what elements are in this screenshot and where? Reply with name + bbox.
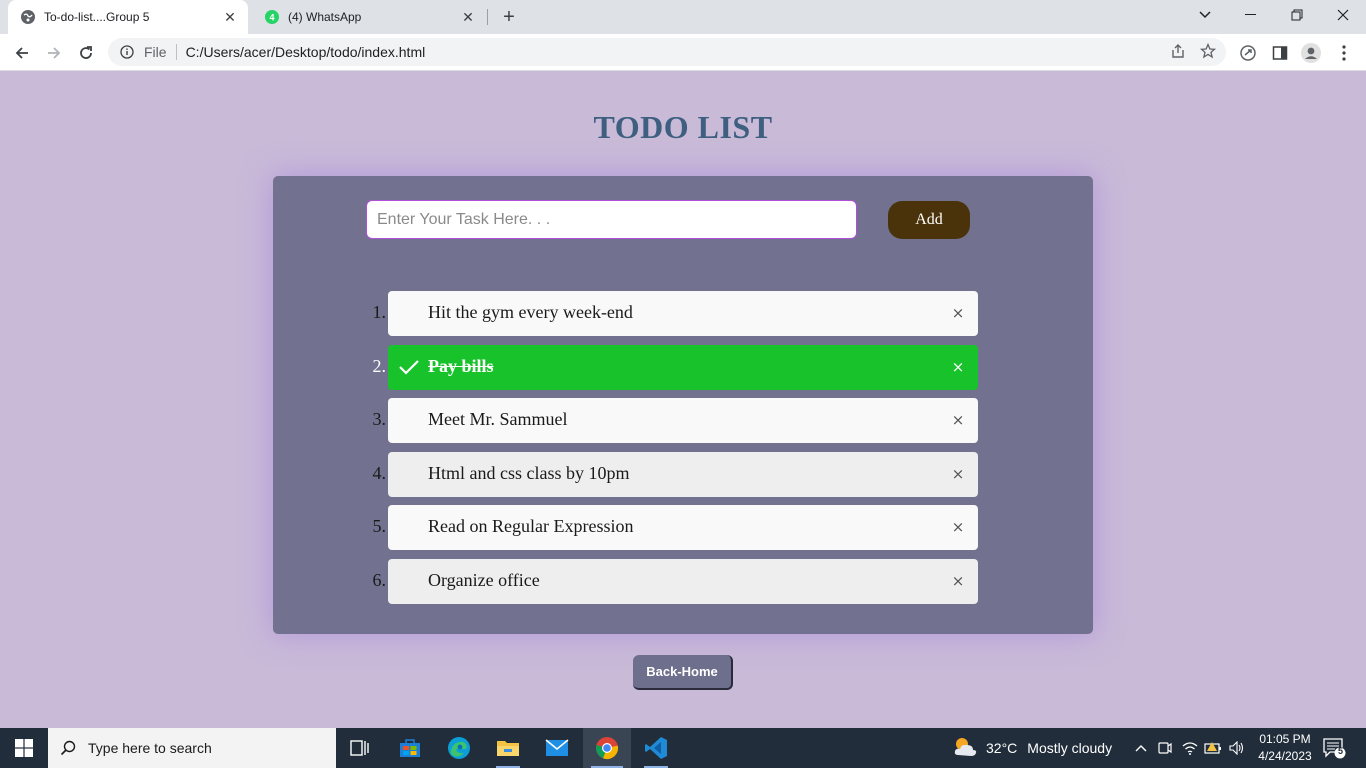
edge-browser-icon[interactable] — [435, 728, 483, 768]
svg-text:4: 4 — [269, 13, 274, 23]
forward-arrow-icon[interactable] — [40, 39, 68, 67]
close-icon[interactable]: ✕ — [220, 7, 240, 27]
close-icon[interactable]: ✕ — [458, 7, 478, 27]
notification-count: 5 — [1337, 746, 1343, 756]
volume-icon[interactable] — [1228, 738, 1246, 758]
tab-whatsapp[interactable]: 4 (4) WhatsApp ✕ — [252, 0, 486, 34]
task-item[interactable]: Hit the gym every week-end × — [388, 291, 978, 336]
page-title: TODO LIST — [593, 109, 773, 145]
vscode-icon[interactable] — [632, 728, 680, 768]
weather-temperature: 32°C — [986, 740, 1018, 756]
task-view-icon[interactable] — [336, 728, 384, 768]
menu-kebab-icon[interactable] — [1334, 43, 1354, 63]
clock-date: 4/24/2023 — [1258, 749, 1312, 763]
tab-title: (4) WhatsApp — [288, 10, 362, 24]
clock-time: 01:05 PM — [1259, 732, 1311, 746]
task-input[interactable] — [366, 200, 857, 239]
side-panel-icon[interactable] — [1270, 43, 1290, 63]
list-item: 5. Read on Regular Expression × — [361, 505, 981, 559]
windows-start-icon[interactable] — [0, 728, 48, 768]
extension-icon[interactable] — [1238, 43, 1258, 63]
todo-page: TODO LIST Add 1. Hit the gym every week-… — [0, 71, 1366, 728]
reload-icon[interactable] — [72, 39, 100, 67]
task-text: Pay bills — [428, 355, 494, 376]
task-item[interactable]: Html and css class by 10pm × — [388, 451, 978, 497]
address-divider — [175, 44, 177, 60]
todo-list: 1. Hit the gym every week-end × 2. Pay b… — [361, 291, 981, 613]
task-item[interactable]: Organize office × — [388, 558, 978, 604]
close-icon[interactable]: × — [948, 357, 968, 377]
back-home-button[interactable]: Back-Home — [633, 655, 733, 690]
url-text[interactable]: C:/Users/acer/Desktop/todo/index.html — [186, 44, 1170, 60]
whatsapp-icon: 4 — [264, 9, 280, 25]
add-button[interactable]: Add — [888, 201, 970, 239]
list-item: 1. Hit the gym every week-end × — [361, 291, 981, 345]
profile-avatar-icon[interactable] — [1301, 43, 1321, 63]
todo-card: Add 1. Hit the gym every week-end × 2. P… — [273, 176, 1093, 634]
chrome-icon[interactable] — [583, 728, 631, 768]
task-text: Meet Mr. Sammuel — [428, 409, 568, 430]
weather-widget[interactable]: 32°C Mostly cloudy — [952, 728, 1112, 768]
file-explorer-icon[interactable] — [484, 728, 532, 768]
microsoft-store-icon[interactable] — [386, 728, 434, 768]
info-icon[interactable] — [119, 44, 135, 60]
chevron-up-icon[interactable] — [1132, 738, 1150, 758]
task-number: 4. — [372, 462, 387, 483]
back-arrow-icon[interactable] — [8, 39, 36, 67]
tab-search-chevron-icon[interactable] — [1182, 0, 1228, 30]
cloudy-weather-icon — [952, 735, 978, 762]
task-text: Hit the gym every week-end — [428, 302, 633, 322]
share-icon[interactable] — [1170, 43, 1186, 62]
battery-warning-icon[interactable] — [1204, 738, 1222, 758]
close-icon[interactable]: × — [948, 464, 968, 484]
task-number: 5. — [372, 516, 387, 537]
star-icon[interactable] — [1199, 42, 1217, 62]
restore-icon[interactable] — [1274, 0, 1320, 30]
browser-tab-strip: To-do-list....Group 5 ✕ 4 (4) WhatsApp ✕… — [0, 0, 1366, 34]
tab-todo-list[interactable]: To-do-list....Group 5 ✕ — [8, 0, 248, 34]
task-text: Organize office — [428, 569, 540, 590]
address-bar[interactable]: File C:/Users/acer/Desktop/todo/index.ht… — [108, 38, 1226, 66]
search-icon — [58, 738, 78, 758]
notification-icon[interactable]: 5 — [1322, 737, 1346, 759]
task-number: 3. — [372, 409, 387, 430]
windows-taskbar: Type here to search 32°C Mostly cloudy 0… — [0, 728, 1366, 768]
browser-toolbar: File C:/Users/acer/Desktop/todo/index.ht… — [0, 34, 1366, 71]
list-item: 6. Organize office × — [361, 558, 981, 613]
scheme-label: File — [144, 44, 167, 60]
list-item: 3. Meet Mr. Sammuel × — [361, 398, 981, 452]
close-icon[interactable]: × — [948, 303, 968, 323]
close-icon[interactable]: × — [948, 517, 968, 537]
wifi-icon[interactable] — [1181, 738, 1199, 758]
task-number: 1. — [372, 302, 387, 322]
weather-description: Mostly cloudy — [1027, 740, 1113, 756]
checkmark-icon — [398, 356, 420, 378]
taskbar-search[interactable]: Type here to search — [48, 728, 336, 768]
task-item-completed[interactable]: Pay bills × — [388, 344, 978, 390]
clock[interactable]: 01:05 PM 4/24/2023 — [1254, 731, 1316, 765]
list-item: 4. Html and css class by 10pm × — [361, 451, 981, 506]
task-item[interactable]: Meet Mr. Sammuel × — [388, 398, 978, 444]
search-placeholder: Type here to search — [88, 740, 212, 756]
globe-icon — [20, 9, 36, 25]
task-number: 2. — [372, 355, 387, 376]
window-close-icon[interactable] — [1320, 0, 1366, 30]
task-text: Read on Regular Expression — [428, 516, 634, 537]
list-item: 2. Pay bills × — [361, 344, 981, 399]
tab-separator — [487, 9, 488, 25]
task-number: 6. — [372, 569, 387, 590]
close-icon[interactable]: × — [948, 410, 968, 430]
close-icon[interactable]: × — [948, 571, 968, 591]
mail-icon[interactable] — [533, 728, 581, 768]
tab-title: To-do-list....Group 5 — [44, 10, 150, 24]
new-tab-icon[interactable]: + — [498, 6, 520, 28]
meet-now-icon[interactable] — [1156, 738, 1174, 758]
minimize-icon[interactable] — [1228, 0, 1274, 30]
task-text: Html and css class by 10pm — [428, 462, 630, 483]
task-item[interactable]: Read on Regular Expression × — [388, 505, 978, 551]
